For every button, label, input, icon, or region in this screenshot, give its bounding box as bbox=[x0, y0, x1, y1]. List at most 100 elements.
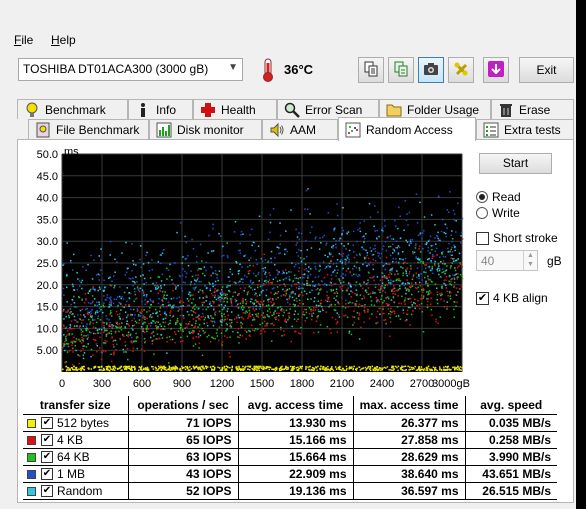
data-point bbox=[347, 282, 350, 284]
tab-disk-monitor[interactable]: Disk monitor bbox=[149, 119, 262, 139]
data-point bbox=[81, 279, 84, 282]
data-point bbox=[317, 365, 319, 368]
exit-button[interactable]: Exit bbox=[519, 57, 574, 83]
data-point bbox=[65, 311, 67, 313]
short-stroke-checkbox[interactable]: Short stroke bbox=[476, 231, 558, 245]
data-point bbox=[205, 300, 207, 302]
data-point bbox=[271, 288, 274, 290]
data-point bbox=[360, 368, 363, 370]
data-point bbox=[334, 318, 337, 321]
data-point bbox=[380, 286, 382, 288]
data-point bbox=[347, 302, 350, 304]
stroke-size-stepper[interactable]: 40 ▲ ▼ bbox=[476, 250, 538, 271]
tab-benchmark[interactable]: Benchmark bbox=[17, 99, 128, 119]
data-point bbox=[62, 368, 64, 371]
tab-folder-usage[interactable]: Folder Usage bbox=[379, 99, 491, 119]
data-point bbox=[72, 285, 74, 288]
data-point bbox=[267, 304, 270, 306]
data-point bbox=[94, 327, 97, 329]
copy-info-button[interactable] bbox=[358, 57, 384, 83]
series-visible-checkbox[interactable]: ✔ bbox=[41, 451, 53, 464]
copy-text-button[interactable] bbox=[388, 57, 414, 83]
data-point bbox=[157, 292, 159, 294]
data-point bbox=[65, 338, 67, 340]
data-point bbox=[87, 313, 89, 316]
data-point bbox=[123, 291, 126, 294]
data-point bbox=[300, 287, 302, 290]
data-point bbox=[110, 324, 113, 327]
data-point bbox=[137, 314, 140, 316]
data-point bbox=[395, 258, 397, 260]
data-point bbox=[239, 302, 242, 305]
tab-random-access[interactable]: Random Access bbox=[338, 117, 476, 141]
tab-extra-tests[interactable]: Extra tests bbox=[476, 119, 574, 139]
data-point bbox=[388, 276, 390, 278]
data-point bbox=[182, 256, 184, 258]
data-point bbox=[138, 315, 140, 317]
drive-select[interactable]: TOSHIBA DT01ACA300 (3000 gB) ▼ bbox=[18, 58, 243, 81]
stepper-arrows[interactable]: ▲ ▼ bbox=[523, 251, 537, 270]
read-radio[interactable]: Read bbox=[476, 190, 521, 204]
series-visible-checkbox[interactable]: ✔ bbox=[41, 468, 53, 481]
data-point bbox=[405, 239, 407, 242]
tab-erase[interactable]: Erase bbox=[491, 99, 574, 119]
data-point bbox=[199, 368, 202, 370]
data-point bbox=[388, 263, 391, 265]
data-point bbox=[212, 294, 214, 297]
tab-aam[interactable]: AAM bbox=[262, 119, 338, 139]
data-point bbox=[356, 312, 359, 314]
data-point bbox=[201, 301, 203, 304]
menu-file[interactable]: File bbox=[14, 33, 33, 47]
data-point bbox=[147, 262, 150, 264]
tab-file-benchmark[interactable]: File Benchmark bbox=[28, 119, 149, 139]
series-visible-checkbox[interactable]: ✔ bbox=[41, 485, 53, 498]
transfer-size-label: 4 KB bbox=[57, 432, 84, 447]
menu-help[interactable]: Help bbox=[51, 33, 76, 47]
data-point bbox=[447, 251, 449, 253]
data-point bbox=[172, 289, 174, 292]
data-point bbox=[230, 299, 232, 302]
data-point bbox=[209, 287, 212, 290]
series-visible-checkbox[interactable]: ✔ bbox=[41, 417, 53, 430]
data-point bbox=[100, 259, 102, 261]
data-point bbox=[389, 254, 392, 257]
data-point bbox=[343, 245, 345, 247]
tab-info[interactable]: Info bbox=[128, 99, 193, 119]
data-point bbox=[114, 332, 117, 334]
data-point bbox=[129, 314, 132, 317]
data-point bbox=[330, 332, 332, 334]
data-point bbox=[291, 296, 294, 299]
data-point bbox=[332, 271, 335, 273]
data-point bbox=[100, 309, 102, 311]
data-point bbox=[211, 369, 213, 371]
data-point bbox=[311, 313, 313, 315]
data-point bbox=[173, 297, 175, 299]
data-point bbox=[247, 317, 249, 319]
data-point bbox=[259, 323, 261, 326]
write-radio[interactable]: Write bbox=[476, 206, 520, 220]
data-point bbox=[262, 328, 265, 330]
data-point bbox=[411, 238, 414, 241]
data-point bbox=[117, 304, 119, 307]
data-point bbox=[442, 260, 445, 262]
data-point bbox=[393, 250, 396, 253]
tab-error-scan[interactable]: Error Scan bbox=[277, 99, 379, 119]
data-point bbox=[214, 270, 217, 272]
data-point bbox=[73, 327, 75, 330]
data-point bbox=[276, 269, 278, 271]
data-point bbox=[418, 308, 421, 310]
start-button[interactable]: Start bbox=[479, 153, 552, 174]
tab-health[interactable]: Health bbox=[193, 99, 277, 119]
data-point bbox=[203, 368, 205, 370]
data-point bbox=[376, 276, 379, 278]
data-point bbox=[73, 315, 76, 318]
data-point bbox=[437, 322, 439, 324]
screenshot-button[interactable] bbox=[418, 57, 444, 83]
data-point bbox=[312, 280, 314, 283]
x-tick-label: 1800 bbox=[290, 378, 314, 390]
series-visible-checkbox[interactable]: ✔ bbox=[41, 434, 53, 447]
save-button[interactable] bbox=[483, 57, 509, 83]
align-4kb-checkbox[interactable]: ✔ 4 KB align bbox=[476, 291, 548, 305]
data-point bbox=[288, 315, 290, 317]
options-button[interactable] bbox=[448, 57, 474, 83]
